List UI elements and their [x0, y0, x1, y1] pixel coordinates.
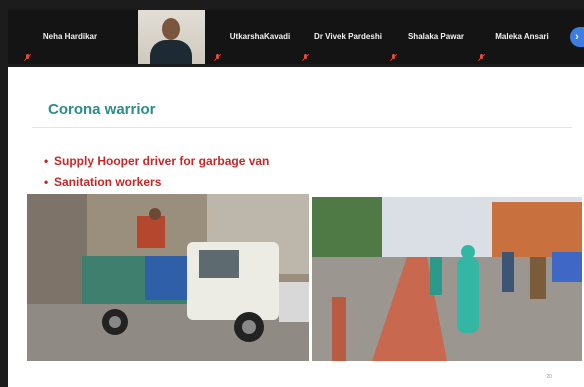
- mic-muted-icon: [477, 53, 486, 62]
- bullet-item: • Sanitation workers: [44, 172, 269, 193]
- participant-tile[interactable]: Neha Hardikar: [20, 10, 120, 64]
- participant-tile[interactable]: Dr Vivek Pardeshi: [298, 10, 398, 64]
- mic-muted-icon: [301, 53, 310, 62]
- mic-muted-icon: [389, 53, 398, 62]
- participant-tile[interactable]: UtkarshaKavadi: [210, 10, 310, 64]
- participant-name: UtkarshaKavadi: [229, 32, 291, 41]
- participant-name: Maleka Ansari: [495, 32, 549, 41]
- title-divider: [32, 127, 572, 128]
- slide-page-number: 20: [546, 374, 552, 380]
- participant-name: Neha Hardikar: [42, 32, 98, 41]
- garbage-van-photo: [27, 194, 309, 361]
- bullet-icon: •: [44, 175, 49, 189]
- slide-title: Corona warrior: [48, 101, 156, 118]
- participant-name: Shalaka Pawar: [407, 32, 465, 41]
- sanitation-workers-photo: [312, 197, 582, 361]
- participant-video: [162, 18, 180, 40]
- participant-tile[interactable]: Maleka Ansari: [474, 10, 570, 64]
- bullet-item: • Supply Hooper driver for garbage van: [44, 151, 269, 172]
- meeting-window: Neha Hardikar UtkarshaKavadi Dr Vivek Pa…: [0, 0, 584, 387]
- participant-strip: Neha Hardikar UtkarshaKavadi Dr Vivek Pa…: [8, 10, 584, 64]
- mic-muted-icon: [213, 53, 222, 62]
- bullet-icon: •: [44, 154, 49, 168]
- mic-muted-icon: [23, 53, 32, 62]
- next-participants-button[interactable]: ›: [570, 27, 584, 47]
- participant-name: Dr Vivek Pardeshi: [314, 32, 382, 41]
- bullet-list: • Supply Hooper driver for garbage van • S…: [44, 151, 269, 193]
- participant-tile[interactable]: Shalaka Pawar: [386, 10, 486, 64]
- participant-video-tile[interactable]: [138, 10, 205, 64]
- shared-slide: Corona warrior • Supply Hooper driver for…: [8, 67, 584, 387]
